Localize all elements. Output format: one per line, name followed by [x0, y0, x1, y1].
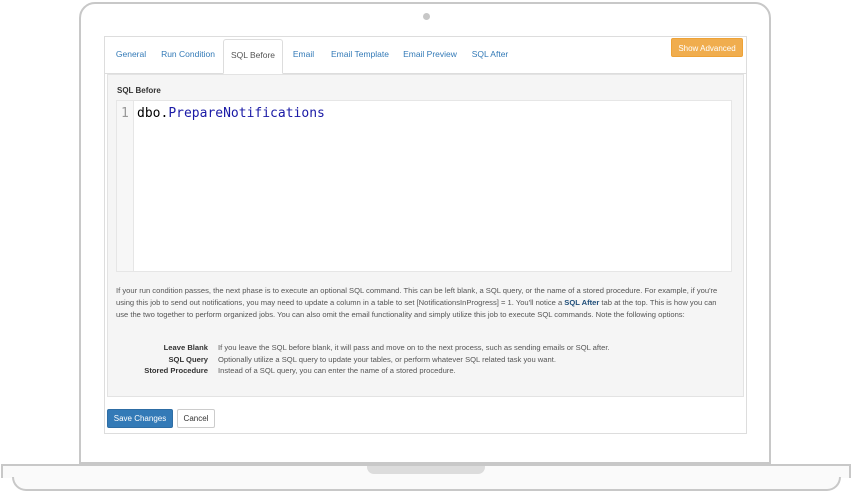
laptop-base-bottom — [12, 477, 841, 491]
option-key: Stored Procedure — [144, 366, 208, 375]
code-object-name: PrepareNotifications — [168, 106, 325, 121]
tab-email[interactable]: Email — [285, 39, 322, 72]
tab-run-condition[interactable]: Run Condition — [156, 39, 220, 72]
options-list: Leave Blank If you leave the SQL before … — [116, 342, 728, 377]
line-number: 1 — [121, 106, 129, 121]
help-text: If your run condition passes, the next p… — [116, 285, 728, 321]
option-value: Instead of a SQL query, you can enter th… — [218, 366, 456, 375]
tab-general[interactable]: General — [108, 39, 154, 72]
help-text-bold: SQL After — [564, 298, 600, 307]
option-row: Stored Procedure Instead of a SQL query,… — [116, 365, 728, 377]
cancel-button[interactable]: Cancel — [177, 409, 215, 428]
code-line[interactable]: dbo.PrepareNotifications — [137, 106, 325, 121]
job-editor-panel: General Run Condition SQL Before Email E… — [104, 36, 747, 434]
tab-sql-after[interactable]: SQL After — [465, 39, 515, 72]
camera-dot — [423, 13, 430, 20]
tab-email-preview[interactable]: Email Preview — [398, 39, 462, 72]
tab-email-template[interactable]: Email Template — [325, 39, 395, 72]
save-changes-button[interactable]: Save Changes — [107, 409, 173, 428]
option-key: Leave Blank — [163, 343, 208, 352]
code-schema: dbo. — [137, 106, 169, 121]
option-value: Optionally utilize a SQL query to update… — [218, 354, 556, 364]
option-row: Leave Blank If you leave the SQL before … — [116, 342, 728, 354]
option-row: SQL Query Optionally utilize a SQL query… — [116, 354, 728, 366]
tab-sql-before[interactable]: SQL Before — [223, 39, 283, 74]
show-advanced-button[interactable]: Show Advanced — [671, 38, 743, 57]
tab-bar: General Run Condition SQL Before Email E… — [105, 37, 746, 74]
editor-gutter: 1 — [117, 101, 134, 271]
option-value: If you leave the SQL before blank, it wi… — [218, 343, 610, 352]
sql-before-section: SQL Before 1 dbo.PrepareNotifications If… — [107, 74, 744, 397]
section-label: SQL Before — [117, 86, 161, 95]
option-key: SQL Query — [168, 354, 208, 364]
sql-code-editor[interactable]: 1 dbo.PrepareNotifications — [116, 100, 732, 272]
screen: General Run Condition SQL Before Email E… — [96, 26, 754, 434]
laptop-notch — [367, 466, 485, 474]
